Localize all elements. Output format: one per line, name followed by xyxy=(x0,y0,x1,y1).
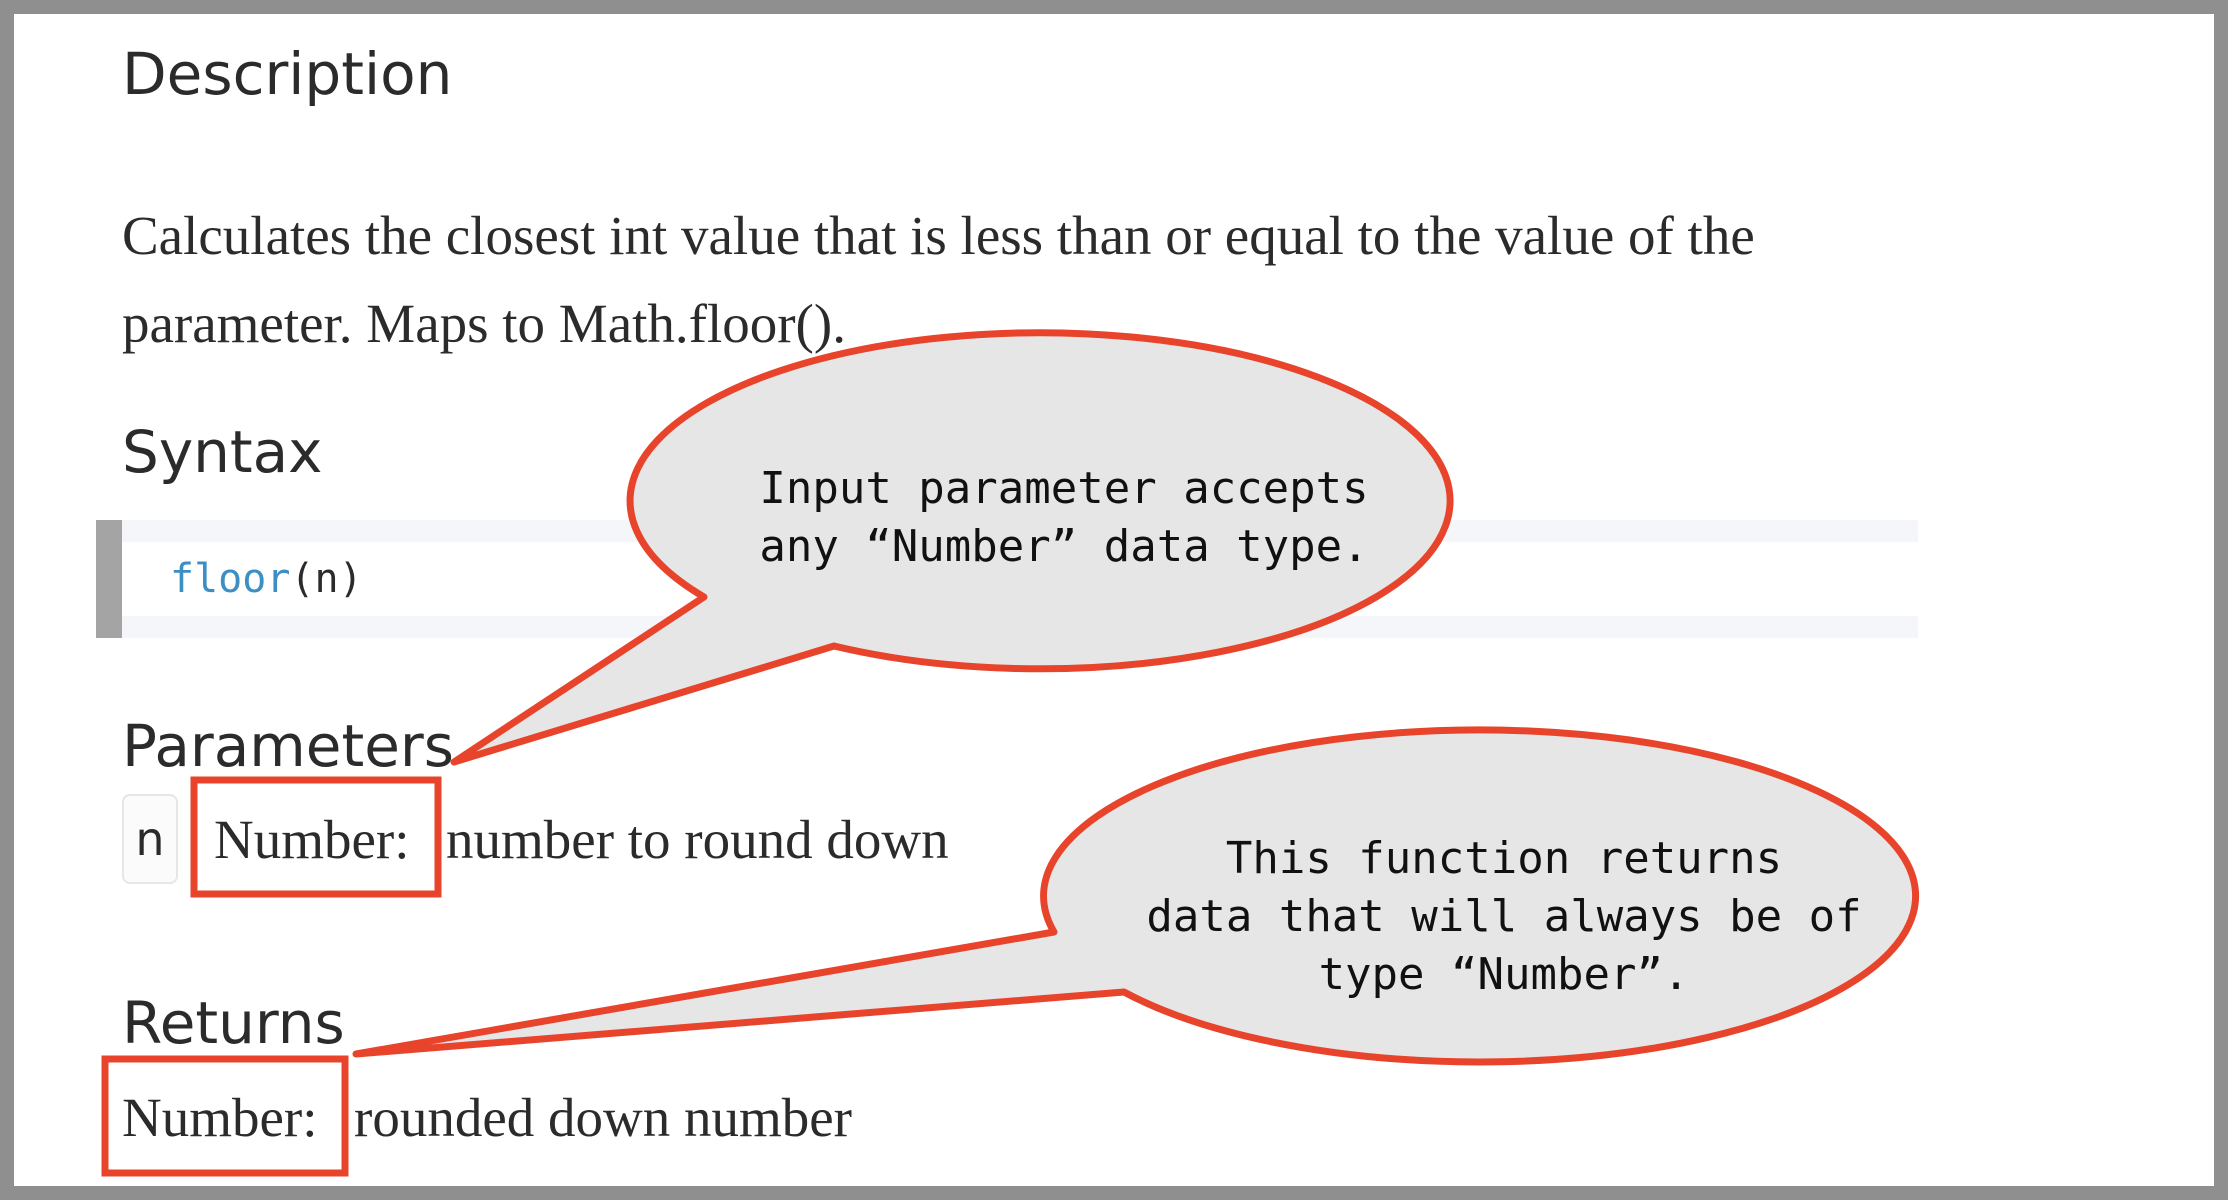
documentation-page: Description Calculates the closest int v… xyxy=(14,14,2214,1186)
returns-type-highlight-box xyxy=(101,1055,349,1177)
callout-line: This function returns xyxy=(1225,833,1783,884)
callout-text-1: Input parameter accepts any “Number” dat… xyxy=(714,460,1414,576)
callout-line: type “Number”. xyxy=(1318,949,1690,1000)
parameter-type-highlight-box xyxy=(190,776,442,898)
callout-text-2: This function returns data that will alw… xyxy=(1094,830,1914,1004)
annotation-overlay xyxy=(101,329,1920,1177)
callout-line: Input parameter accepts xyxy=(759,463,1369,514)
callout-line: data that will always be of xyxy=(1146,891,1862,942)
callout-line: any “Number” data type. xyxy=(759,521,1369,572)
